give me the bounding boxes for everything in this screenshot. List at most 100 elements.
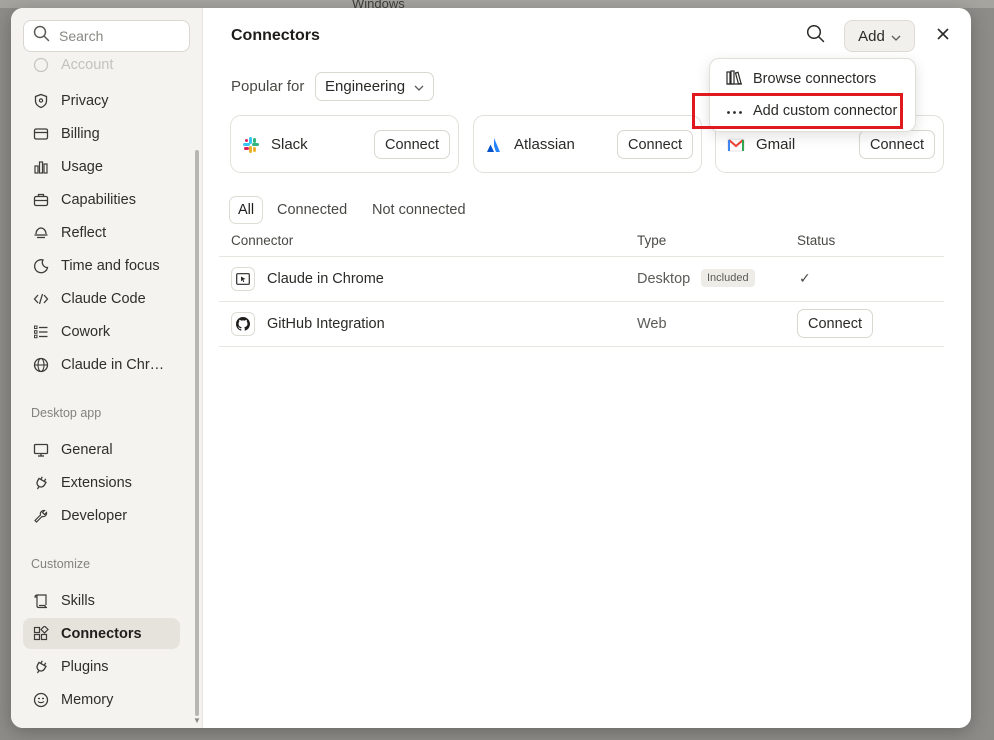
memory-icon <box>32 691 49 708</box>
sidebar-item-label: Extensions <box>61 474 132 491</box>
sidebar-item-label: Skills <box>61 592 95 609</box>
sidebar-item-plugins[interactable]: Plugins <box>23 651 180 682</box>
menu-item-browse-connectors[interactable]: Browse connectors <box>710 63 915 95</box>
connect-github-button[interactable]: Connect <box>797 309 874 338</box>
menu-item-label: Browse connectors <box>753 71 877 87</box>
briefcase-icon <box>32 191 49 208</box>
sidebar-item-label: Claude in Chr… <box>61 356 165 373</box>
sidebar-item-time-and-focus[interactable]: Time and focus <box>23 250 180 281</box>
bar-chart-icon <box>32 158 49 175</box>
shield-icon <box>32 92 49 109</box>
connector-type: Desktop <box>637 271 691 287</box>
divider <box>219 346 944 347</box>
sidebar-item-label: Claude Code <box>61 290 146 307</box>
github-icon <box>231 312 255 336</box>
sidebar-item-label: Billing <box>61 125 100 142</box>
account-icon <box>32 57 49 74</box>
check-icon: ✓ <box>799 270 811 286</box>
connect-slack-button[interactable]: Connect <box>373 130 450 159</box>
reflect-icon <box>32 224 49 241</box>
sidebar-item-general[interactable]: General <box>23 434 180 465</box>
close-icon <box>936 27 950 46</box>
moon-clock-icon <box>32 257 49 274</box>
sidebar-item-extensions[interactable]: Extensions <box>23 467 180 498</box>
column-header-type: Type <box>637 233 667 248</box>
sidebar-item-label: Reflect <box>61 224 107 241</box>
sidebar-item-label: Usage <box>61 158 103 175</box>
wrench-icon <box>32 507 49 524</box>
section-label-desktop-app: Desktop app <box>31 406 102 420</box>
menu-item-add-custom-connector[interactable]: Add custom connector <box>710 95 915 127</box>
sidebar-item-privacy[interactable]: Privacy <box>23 85 180 116</box>
column-header-status: Status <box>797 233 836 248</box>
sidebar-item-usage[interactable]: Usage <box>23 151 180 182</box>
search-placeholder: Search <box>59 28 104 44</box>
connector-card-atlassian: Atlassian Connect <box>473 115 702 173</box>
popular-for-label: Popular for <box>231 78 305 95</box>
sidebar-item-cowork[interactable]: Cowork <box>23 316 180 347</box>
page-title: Connectors <box>231 27 320 44</box>
card-name: Gmail <box>756 136 796 153</box>
scroll-icon <box>32 592 49 609</box>
sidebar-item-memory[interactable]: Memory <box>23 684 180 715</box>
close-button[interactable] <box>933 26 953 46</box>
column-header-connector: Connector <box>231 233 294 248</box>
card-name: Slack <box>271 136 308 153</box>
sidebar-scrollbar[interactable] <box>195 150 199 716</box>
globe-icon <box>32 356 49 373</box>
connectors-icon <box>32 625 49 642</box>
background-window <box>0 0 994 8</box>
connectors-panel: Connectors Add Popular for Engineering S… <box>203 8 971 728</box>
add-label: Add <box>858 27 885 45</box>
list-check-icon <box>32 323 49 340</box>
popular-for-select[interactable]: Engineering <box>315 72 434 101</box>
sidebar-item-skills[interactable]: Skills <box>23 585 180 616</box>
connect-atlassian-button[interactable]: Connect <box>616 130 693 159</box>
sidebar-item-label: Time and focus <box>61 257 160 274</box>
sidebar-item-label: Capabilities <box>61 191 136 208</box>
sidebar-item-label: Plugins <box>61 658 109 675</box>
add-dropdown-menu: Browse connectors Add custom connector <box>709 58 916 132</box>
sidebar-item-claude-code[interactable]: Claude Code <box>23 283 180 314</box>
card-name: Atlassian <box>514 136 575 153</box>
sidebar-item-reflect[interactable]: Reflect <box>23 217 180 248</box>
sidebar-item-claude-in-chrome[interactable]: Claude in Chr… <box>23 349 180 380</box>
more-dots-icon <box>726 103 743 119</box>
settings-modal: Search Account Privacy Billing Usage Cap… <box>11 8 971 728</box>
divider <box>219 256 944 257</box>
atlassian-icon <box>484 135 504 155</box>
connect-gmail-button[interactable]: Connect <box>858 130 935 159</box>
search-button[interactable] <box>804 24 826 48</box>
sidebar-item-label: Privacy <box>61 92 109 109</box>
sidebar-item-account[interactable]: Account <box>23 54 180 76</box>
search-icon <box>806 24 825 48</box>
sidebar-item-label: Connectors <box>61 625 142 642</box>
sidebar-item-billing[interactable]: Billing <box>23 118 180 149</box>
connector-type: Web <box>637 316 667 332</box>
sidebar-item-label: Memory <box>61 691 114 708</box>
search-input[interactable]: Search <box>23 20 190 52</box>
tab-connected[interactable]: Connected <box>277 196 347 224</box>
add-button[interactable]: Add <box>844 20 915 52</box>
tab-not-connected[interactable]: Not connected <box>372 196 466 224</box>
sidebar: Search Account Privacy Billing Usage Cap… <box>11 8 203 728</box>
tab-all[interactable]: All <box>229 196 264 224</box>
chrome-extension-icon <box>231 267 255 291</box>
code-icon <box>32 290 49 307</box>
chevron-down-icon <box>414 78 424 95</box>
sidebar-item-label: General <box>61 441 113 458</box>
sidebar-item-label: Account <box>61 57 114 73</box>
card-icon <box>32 125 49 142</box>
sidebar-item-connectors[interactable]: Connectors <box>23 618 180 649</box>
sidebar-item-developer[interactable]: Developer <box>23 500 180 531</box>
sidebar-item-label: Developer <box>61 507 128 524</box>
select-value: Engineering <box>325 78 406 95</box>
scroll-down-icon[interactable]: ▼ <box>193 716 201 725</box>
gmail-icon <box>726 135 746 155</box>
divider <box>219 301 944 302</box>
slack-icon <box>241 135 261 155</box>
monitor-icon <box>32 441 49 458</box>
search-icon <box>33 25 50 47</box>
sidebar-item-capabilities[interactable]: Capabilities <box>23 184 180 215</box>
connector-name: Claude in Chrome <box>267 271 384 287</box>
